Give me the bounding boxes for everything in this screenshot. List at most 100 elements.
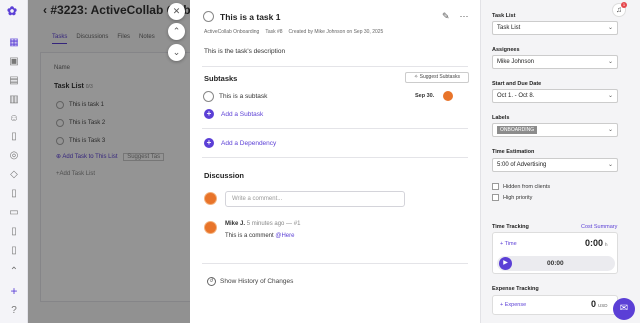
documents-icon[interactable]: ▯ — [8, 131, 20, 143]
subtask-due-date[interactable]: Sep 30. — [415, 93, 434, 99]
comment-author-avatar — [204, 221, 217, 234]
divider — [202, 66, 468, 67]
comment-time: 5 minutes ago — [246, 221, 285, 227]
chevron-down-icon: ⌄ — [607, 93, 613, 99]
comment-input[interactable]: Write a comment... — [225, 191, 405, 207]
time-icon[interactable]: ◎ — [8, 150, 20, 162]
suggest-subtasks-button[interactable]: ✧ Suggest Subtasks — [405, 72, 469, 83]
chat-icon: ✉ — [619, 303, 629, 314]
notifications-button[interactable]: ♫ 1 — [612, 2, 627, 17]
activity-icon[interactable]: ▤ — [8, 75, 20, 87]
task-project[interactable]: ActiveCollab Onboarding — [204, 29, 259, 35]
time-estimation-value: 5:00 of Advertising — [497, 162, 547, 168]
expense-tracking-label: Expense Tracking — [492, 286, 539, 292]
task-modal: This is a task 1 ✎ ⋯ ActiveCollab Onboar… — [190, 0, 480, 323]
task-title-row: This is a task 1 — [203, 11, 468, 22]
task-list-select[interactable]: Task List ⌄ — [492, 21, 618, 35]
high-priority-checkbox[interactable]: High priority — [492, 194, 532, 201]
avatar — [204, 192, 217, 205]
divider — [202, 157, 468, 158]
add-dependency-button[interactable]: + Add a Dependency — [204, 138, 276, 148]
show-history-button[interactable]: ↺ Show History of Changes — [207, 277, 293, 286]
suggest-subtasks-label: Suggest Subtasks — [419, 74, 460, 80]
next-task-button[interactable]: ⌄ — [168, 44, 185, 61]
comment-body: This is a comment @Here — [225, 233, 294, 239]
complete-task-checkbox[interactable] — [203, 11, 214, 22]
hidden-from-clients-checkbox[interactable]: Hidden from clients — [492, 183, 550, 190]
close-icon: ✕ — [172, 6, 181, 16]
add-expense-button[interactable]: + Expense — [500, 302, 526, 308]
subtasks-heading: Subtasks — [204, 74, 238, 83]
previous-task-button[interactable]: ⌃ — [168, 23, 185, 40]
labels-select[interactable]: ONBOARDING ⌄ — [492, 123, 618, 137]
edit-icon[interactable]: ✎ — [442, 11, 450, 22]
trash-icon[interactable]: ▯ — [8, 245, 20, 257]
comment-text: This is a comment — [225, 233, 274, 239]
more-options-icon[interactable]: ⋯ — [460, 11, 469, 22]
add-subtask-button[interactable]: + Add a Subtask — [204, 109, 263, 119]
task-meta: ActiveCollab Onboarding Task #8 Created … — [204, 29, 383, 35]
time-estimation-select[interactable]: 5:00 of Advertising ⌄ — [492, 158, 618, 172]
expense-total: 0 USD — [591, 299, 607, 309]
chat-button[interactable]: ✉ — [613, 298, 635, 320]
expense-value: 0 — [591, 299, 597, 309]
dates-label: Start and Due Date — [492, 81, 542, 87]
time-total: 0:00 h — [585, 238, 607, 248]
close-modal-button[interactable]: ✕ — [168, 3, 185, 20]
chevron-down-icon: ⌄ — [607, 25, 613, 31]
play-icon[interactable]: ▶ — [499, 257, 512, 270]
date-range-picker[interactable]: Oct 1. - Oct 8. ⌄ — [492, 89, 618, 103]
expense-tracking-card: + Expense 0 USD — [492, 295, 618, 315]
checkbox-box[interactable] — [492, 183, 499, 190]
layers-icon[interactable]: ◇ — [8, 169, 20, 181]
chevron-up-icon[interactable]: ⌃ — [8, 266, 20, 278]
calendar-icon[interactable]: ▥ — [8, 94, 20, 106]
time-value: 0:00 — [585, 238, 604, 248]
invoice-icon[interactable]: ▯ — [8, 188, 20, 200]
time-tracking-label: Time Tracking — [492, 224, 529, 230]
history-label: Show History of Changes — [220, 278, 294, 285]
people-icon[interactable]: ☺ — [8, 113, 20, 125]
task-description[interactable]: This is the task's description — [204, 48, 285, 55]
chevron-up-icon: ⌃ — [172, 26, 181, 36]
chevron-down-icon: ⌄ — [172, 47, 181, 57]
subtask-assignee-avatar[interactable] — [443, 91, 453, 101]
stopwatch: ▶ 00:00 — [497, 256, 615, 271]
add-time-button[interactable]: + Time — [500, 241, 517, 247]
assignees-select[interactable]: Mike Johnson ⌄ — [492, 55, 618, 69]
task-actions: ✎ ⋯ — [442, 11, 469, 22]
divider — [202, 263, 468, 264]
comment-number[interactable]: #1 — [294, 221, 301, 227]
help-icon[interactable]: ? — [8, 305, 20, 317]
chevron-down-icon: ⌄ — [607, 162, 613, 168]
task-title[interactable]: This is a task 1 — [220, 12, 280, 22]
history-icon: ↺ — [207, 277, 216, 286]
time-unit: h — [604, 242, 608, 247]
add-dependency-label: Add a Dependency — [221, 139, 277, 147]
time-tracking-card: + Time 0:00 h ▶ 00:00 — [492, 232, 618, 274]
plus-icon: + — [204, 109, 214, 119]
comment-author[interactable]: Mike J. — [225, 221, 245, 227]
add-icon[interactable]: + — [8, 285, 20, 297]
comment-mention[interactable]: @Here — [275, 233, 294, 239]
chevron-down-icon: ⌄ — [607, 59, 613, 65]
clipboard-icon[interactable]: ▯ — [8, 226, 20, 238]
subtask-label: This is a subtask — [219, 92, 268, 100]
dashboard-icon[interactable]: ▦ — [8, 37, 20, 49]
label-badge: ONBOARDING — [497, 126, 538, 134]
reports-icon[interactable]: ▭ — [8, 207, 20, 219]
checkbox-box[interactable] — [492, 194, 499, 201]
divider — [202, 128, 468, 129]
subtask-row[interactable]: This is a subtask Sep 30. — [203, 90, 465, 102]
app-rail: ✿ ▦ ▣ ▤ ▥ ☺ ▯ ◎ ◇ ▯ ▭ ▯ ▯ ⌃ + ? — [0, 0, 28, 323]
subtask-checkbox[interactable] — [203, 90, 214, 102]
chevron-down-icon: ⌄ — [607, 127, 613, 133]
assignees-value: Mike Johnson — [497, 59, 535, 65]
profile-icon[interactable]: ▣ — [8, 56, 20, 68]
task-list-label: Task List — [492, 13, 516, 19]
task-list-value: Task List — [497, 25, 521, 31]
comment-header: Mike J. 5 minutes ago — #1 — [225, 221, 301, 227]
time-estimation-label: Time Estimation — [492, 149, 535, 155]
cost-summary-link[interactable]: Cost Summary — [581, 224, 617, 230]
app-logo-icon[interactable]: ✿ — [7, 4, 21, 18]
